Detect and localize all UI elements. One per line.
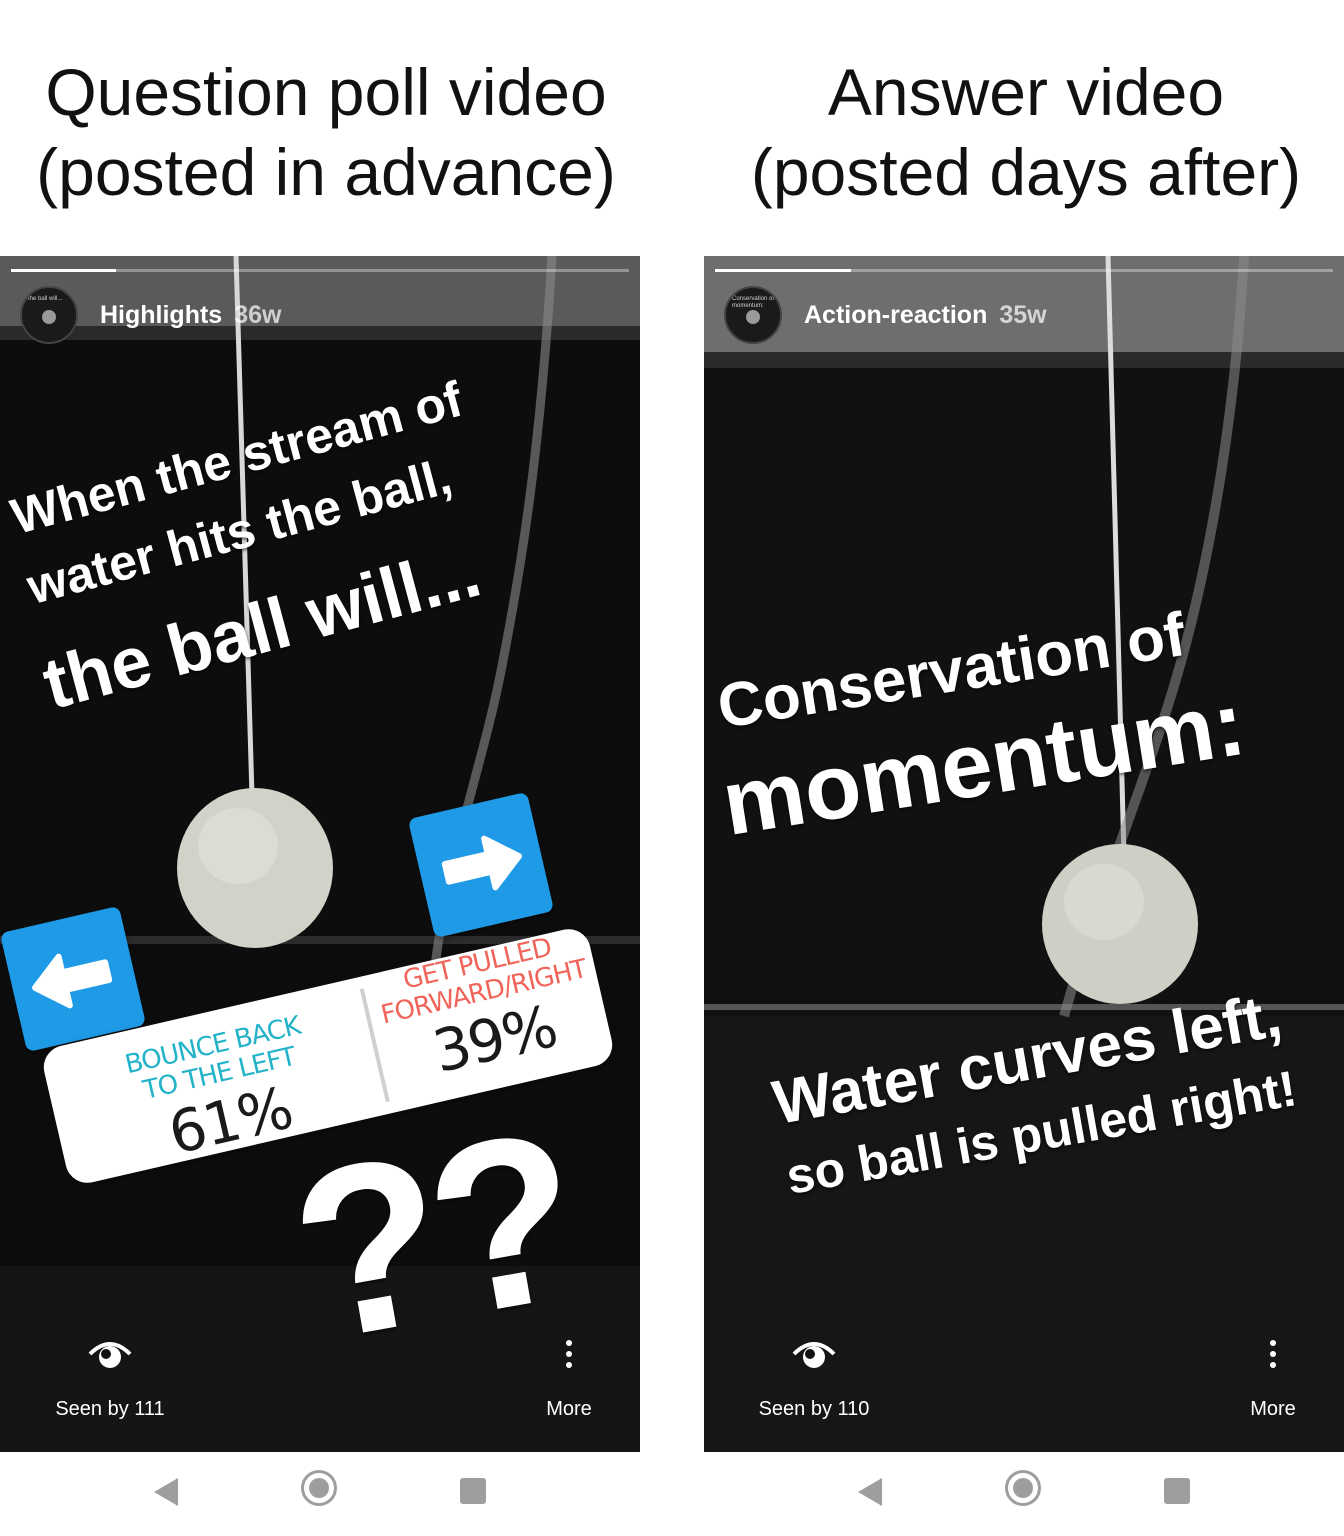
right-story-progress <box>715 269 1333 272</box>
left-nav-bar <box>0 1452 640 1536</box>
left-avatar-ball <box>42 310 56 324</box>
back-icon[interactable] <box>858 1478 882 1506</box>
right-story-progress-fill <box>715 269 851 272</box>
left-story-username[interactable]: Highlights <box>100 301 222 330</box>
eye-icon[interactable] <box>88 1332 132 1372</box>
right-story-avatar[interactable]: Conservation of momentum: <box>724 286 782 344</box>
question-marks: ?? <box>274 1080 591 1392</box>
left-story-age: 36w <box>234 300 282 329</box>
right-more-label[interactable]: More <box>1233 1398 1313 1421</box>
right-nav-bar <box>704 1452 1344 1536</box>
left-phone: the ball will... Highlights 36w When the… <box>0 256 640 1536</box>
right-story-header: Conservation of momentum: Action-reactio… <box>724 286 1047 344</box>
left-story-progress-fill <box>11 269 117 272</box>
right-avatar-ball <box>746 310 760 324</box>
more-vert-icon[interactable] <box>1269 1340 1277 1370</box>
right-story-screen[interactable]: Conservation of momentum: Action-reactio… <box>704 256 1344 1452</box>
right-phone: Conservation of momentum: Action-reactio… <box>704 256 1344 1536</box>
back-icon[interactable] <box>154 1478 178 1506</box>
right-story-age: 35w <box>999 300 1047 329</box>
left-caption-line1: Question poll video <box>45 55 607 129</box>
eye-icon[interactable] <box>792 1332 836 1372</box>
recents-icon[interactable] <box>1164 1478 1190 1504</box>
right-caption: Answer video (posted days after) <box>696 52 1344 212</box>
right-seen-by[interactable]: Seen by 110 <box>744 1398 884 1421</box>
recents-icon[interactable] <box>460 1478 486 1504</box>
left-avatar-text: the ball will... <box>28 296 63 302</box>
left-story-screen[interactable]: the ball will... Highlights 36w When the… <box>0 256 640 1452</box>
right-avatar-text: Conservation of momentum: <box>732 296 775 309</box>
left-story-header: the ball will... Highlights 36w <box>20 286 281 344</box>
left-caption: Question poll video (posted in advance) <box>0 52 656 212</box>
home-icon[interactable] <box>301 1470 337 1506</box>
right-story-username[interactable]: Action-reaction <box>804 301 987 330</box>
home-icon[interactable] <box>1005 1470 1041 1506</box>
left-more-label[interactable]: More <box>529 1398 609 1421</box>
right-caption-line2: (posted days after) <box>750 135 1302 209</box>
left-story-progress <box>11 269 629 272</box>
more-vert-icon[interactable] <box>565 1340 573 1370</box>
right-caption-line1: Answer video <box>827 55 1225 129</box>
left-seen-by[interactable]: Seen by 111 <box>40 1398 180 1421</box>
left-story-avatar[interactable]: the ball will... <box>20 286 78 344</box>
right-video-frame <box>704 256 1344 1452</box>
left-caption-line2: (posted in advance) <box>36 135 616 209</box>
